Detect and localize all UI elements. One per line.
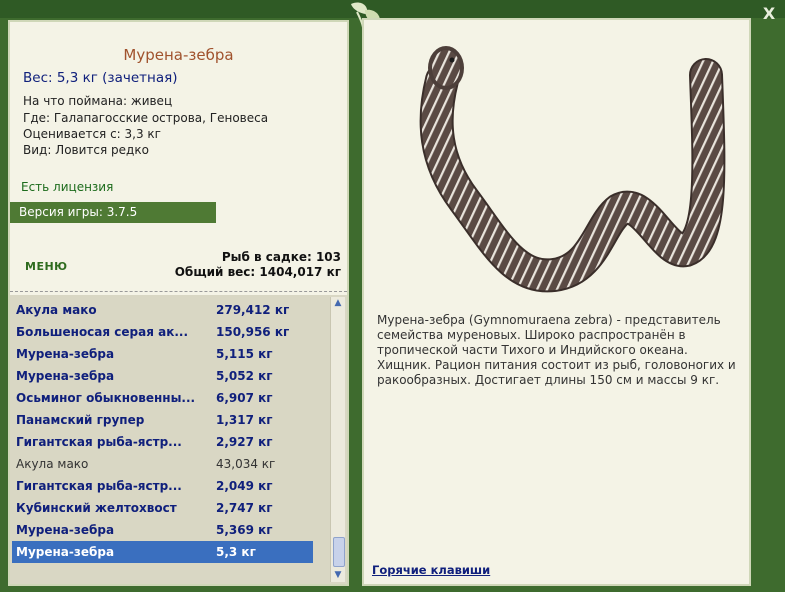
list-item[interactable]: Мурена-зебра 5,052 кг: [12, 365, 313, 387]
list-item-weight: 2,747 кг: [216, 501, 273, 515]
list-item[interactable]: Акула мако 43,034 кг: [12, 453, 313, 475]
close-button[interactable]: X: [759, 4, 779, 24]
list-item[interactable]: Панамский групер 1,317 кг: [12, 409, 313, 431]
fish-image: [419, 46, 726, 293]
list-item-name: Гигантская рыба-ястр...: [16, 435, 182, 449]
list-item[interactable]: Осьминог обыкновенны... 6,907 кг: [12, 387, 313, 409]
list-item-weight: 5,052 кг: [216, 369, 273, 383]
list-item-weight: 279,412 кг: [216, 303, 290, 317]
list-item-name: Осьминог обыкновенны...: [16, 391, 196, 405]
list-item-weight: 43,034 кг: [216, 457, 276, 471]
list-item-weight: 5,115 кг: [216, 347, 273, 361]
fish-detail-panel: Мурена-зебра (Gymnomuraena zebra) - пред…: [362, 18, 751, 586]
list-item-name: Большеносая серая ак...: [16, 325, 189, 339]
list-item-weight: 6,907 кг: [216, 391, 273, 405]
fish-count: Рыб в садке: 103: [221, 250, 341, 264]
list-item[interactable]: Мурена-зебра 5,369 кг: [12, 519, 313, 541]
location-info: Где: Галапагосские острова, Геновеса: [23, 111, 269, 125]
scrollbar[interactable]: ▲ ▼: [330, 297, 345, 582]
fish-weight: Вес: 5,3 кг (зачетная): [23, 70, 178, 86]
list-item[interactable]: Большеносая серая ак... 150,956 кг: [12, 321, 313, 343]
list-item-weight: 150,956 кг: [216, 325, 290, 339]
license-status: Есть лицензия: [21, 180, 114, 194]
menu-button[interactable]: МЕНЮ: [25, 260, 68, 273]
bait-info: На что поймана: живец: [23, 94, 173, 108]
fish-description: Мурена-зебра (Gymnomuraena zebra) - пред…: [377, 313, 736, 387]
list-item-name: Мурена-зебра: [16, 523, 115, 537]
list-item[interactable]: Мурена-зебра 5,115 кг: [12, 343, 313, 365]
catch-list[interactable]: Акула мако 279,412 кг Большеносая серая ак…: [10, 295, 347, 584]
list-item-name: Мурена-зебра: [16, 545, 115, 559]
list-item-weight: 2,927 кг: [216, 435, 273, 449]
list-item-name: Кубинский желтохвост: [16, 501, 177, 515]
list-item-weight: 5,369 кг: [216, 523, 273, 537]
list-item-name: Гигантская рыба-ястр...: [16, 479, 182, 493]
list-item-name: Акула мако: [16, 303, 97, 317]
list-item-name: Панамский групер: [16, 413, 145, 427]
version-bar: Версия игры: 3.7.5: [10, 202, 216, 223]
scroll-up-arrow-icon[interactable]: ▲: [331, 297, 345, 310]
list-item[interactable]: Гигантская рыба-ястр... 2,049 кг: [12, 475, 313, 497]
rarity-info: Вид: Ловится редко: [23, 143, 149, 157]
list-item-name: Акула мако: [16, 457, 89, 471]
list-item-weight: 5,3 кг: [216, 545, 256, 559]
window-frame: [0, 0, 785, 18]
hotkeys-link[interactable]: Горячие клавиши: [372, 563, 490, 577]
total-weight: Общий вес: 1404,017 кг: [174, 265, 341, 279]
list-item[interactable]: Кубинский желтохвост 2,747 кг: [12, 497, 313, 519]
valued-from-info: Оценивается с: 3,3 кг: [23, 127, 161, 141]
list-item-name: Мурена-зебра: [16, 347, 115, 361]
scroll-down-arrow-icon[interactable]: ▼: [331, 569, 345, 582]
fish-info-panel: Мурена-зебра Вес: 5,3 кг (зачетная) На ч…: [8, 20, 349, 586]
list-item-weight: 1,317 кг: [216, 413, 273, 427]
fish-title: Мурена-зебра: [123, 46, 234, 64]
list-item[interactable]: Мурена-зебра 5,3 кг: [12, 541, 313, 563]
list-item[interactable]: Гигантская рыба-ястр... 2,927 кг: [12, 431, 313, 453]
list-item-weight: 2,049 кг: [216, 479, 273, 493]
list-item-name: Мурена-зебра: [16, 369, 115, 383]
cage-stats: Рыб в садке: 103 Общий вес: 1404,017 кг: [175, 250, 341, 280]
list-item[interactable]: Акула мако 279,412 кг: [12, 299, 313, 321]
scroll-thumb[interactable]: [333, 537, 345, 567]
